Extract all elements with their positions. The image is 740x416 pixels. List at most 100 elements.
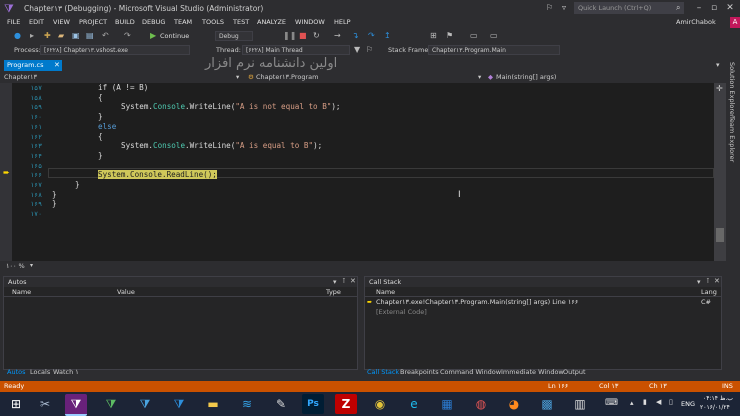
configuration-select[interactable]: Debug	[215, 31, 253, 41]
menu-project[interactable]: PROJECT	[79, 18, 107, 26]
windows-start-icon[interactable]: ⊞	[5, 394, 27, 414]
quick-launch-input[interactable]: Quick Launch (Ctrl+Q)	[574, 2, 684, 14]
solution-explorer-tab[interactable]: Solution Explorer	[728, 62, 736, 118]
clock-time[interactable]: ب.ظ ۰۴:۱۴	[703, 395, 733, 402]
close-button[interactable]: ✕	[723, 2, 737, 14]
tab-command-window[interactable]: Command Window	[440, 367, 501, 378]
user-name[interactable]: AmirChabok	[676, 18, 716, 26]
table-row[interactable]: ➨ Chapter۱۳.exe!Chapter۱۳.Program.Main(s…	[365, 297, 721, 307]
feedback-icon[interactable]: ▿	[562, 3, 566, 12]
step-over-icon[interactable]: ↷	[368, 29, 375, 42]
continue-icon[interactable]: ▶	[150, 29, 156, 42]
pin-icon[interactable]: ⊺	[706, 277, 710, 285]
task-manager-icon[interactable]: ▩	[536, 394, 558, 414]
menu-test[interactable]: TEST	[233, 18, 249, 26]
filezilla-icon[interactable]: Z	[335, 394, 357, 414]
scroll-thumb[interactable]	[716, 228, 724, 242]
outlook-icon[interactable]: ▦	[436, 394, 458, 414]
col-value[interactable]: Value	[117, 288, 135, 296]
filter-icon[interactable]: ▼	[354, 43, 360, 56]
menu-debug[interactable]: DEBUG	[142, 18, 165, 26]
panel-dropdown-icon[interactable]: ▾	[333, 278, 337, 286]
network-icon[interactable]: ▮	[643, 398, 647, 406]
tab-output[interactable]: Output	[563, 367, 586, 378]
redo-icon[interactable]: ↷	[124, 29, 131, 42]
calculator-icon[interactable]: ▥	[569, 394, 591, 414]
col-type[interactable]: Type	[326, 288, 341, 296]
tab-watch-1[interactable]: Watch ۱	[53, 367, 79, 378]
clock-date[interactable]: ۲۰۱۶/۰۱/۲۴	[700, 404, 730, 411]
file-explorer-icon[interactable]: ▬	[202, 394, 224, 414]
menu-edit[interactable]: EDIT	[29, 18, 44, 26]
flag-threads-icon[interactable]: ⚐	[366, 43, 373, 56]
bookmark-icon[interactable]: ⚑	[446, 29, 453, 42]
comment-icon[interactable]: ▭	[470, 29, 478, 42]
undo-icon[interactable]: ↶	[102, 29, 109, 42]
visual-studio-2013-icon[interactable]: ⧩	[100, 394, 122, 414]
stack-frame-select[interactable]: Chapter۱۳.Program.Main	[428, 45, 560, 55]
uncomment-icon[interactable]: ▭	[490, 29, 498, 42]
menu-analyze[interactable]: ANALYZE	[257, 18, 286, 26]
menu-file[interactable]: FILE	[7, 18, 20, 26]
menu-window[interactable]: WINDOW	[295, 18, 325, 26]
back-icon[interactable]: ●	[14, 29, 21, 42]
menu-help[interactable]: HELP	[334, 18, 351, 26]
menu-team[interactable]: TEAM	[174, 18, 192, 26]
settings-tools-icon[interactable]: ✂	[34, 394, 56, 414]
tab-breakpoints[interactable]: Breakpoints	[400, 367, 439, 378]
tab-locals[interactable]: Locals	[30, 367, 50, 378]
tab-autos[interactable]: Autos	[7, 367, 25, 378]
col-name[interactable]: Name	[376, 288, 395, 296]
visual-studio-2010-icon[interactable]: ⧩	[134, 394, 156, 414]
nav-dropdown-icon[interactable]: ▾	[478, 73, 481, 82]
pin-icon[interactable]: ⊺	[342, 277, 346, 285]
menu-view[interactable]: VIEW	[53, 18, 70, 26]
internet-explorer-icon[interactable]: e	[403, 394, 425, 414]
open-folder-icon[interactable]: ▰	[58, 29, 64, 42]
forward-icon[interactable]: ▸	[30, 29, 34, 42]
visual-studio-code-icon[interactable]: ⧩	[168, 394, 190, 414]
visual-studio-2012-icon[interactable]: ⧩	[65, 394, 87, 416]
notification-flag-icon[interactable]: ⚐	[546, 3, 553, 12]
volume-icon[interactable]: ◀	[656, 398, 661, 406]
table-row[interactable]: [External Code]	[365, 307, 721, 317]
save-all-icon[interactable]: ▤	[86, 29, 94, 42]
tray-expand-icon[interactable]: ▴	[630, 399, 634, 407]
firefox-icon[interactable]: ◕	[503, 394, 525, 414]
search-icon[interactable]: ⌕	[676, 3, 680, 13]
photoshop-icon[interactable]: Ps	[302, 394, 324, 414]
restart-icon[interactable]: ↻	[313, 29, 320, 42]
nav-project-select[interactable]: Chapter۱۳	[4, 73, 37, 82]
menu-build[interactable]: BUILD	[115, 18, 135, 26]
thread-select[interactable]: [۶۲۲۸] Main Thread	[242, 45, 350, 55]
pause-icon[interactable]: ❚❚	[283, 29, 296, 42]
process-select[interactable]: [۶۲۲۸] Chapter۱۳.vshost.exe	[40, 45, 190, 55]
avatar[interactable]: A	[730, 17, 740, 28]
zoom-dropdown-icon[interactable]: ▾	[30, 262, 33, 269]
menu-tools[interactable]: TOOLS	[202, 18, 224, 26]
media-icon[interactable]: ◍	[470, 394, 492, 414]
close-panel-icon[interactable]: ✕	[350, 277, 356, 285]
panel-dropdown-icon[interactable]: ▾	[697, 278, 701, 286]
nav-class-select[interactable]: Chapter۱۳.Program	[256, 73, 318, 82]
tab-immediate-window[interactable]: Immediate Window	[501, 367, 564, 378]
close-panel-icon[interactable]: ✕	[714, 277, 720, 285]
new-project-icon[interactable]: ✚	[44, 29, 51, 42]
keyboard-icon[interactable]: ⌨	[605, 398, 618, 408]
tab-dropdown-icon[interactable]: ▾	[716, 61, 720, 69]
close-tab-icon[interactable]: ✕	[54, 61, 60, 69]
action-center-icon[interactable]: ▯	[669, 398, 673, 406]
team-explorer-tab[interactable]: Team Explorer	[728, 116, 736, 162]
toolbar-misc-icon[interactable]: ⊞	[430, 29, 437, 42]
nav-member-select[interactable]: Main(string[] args)	[496, 73, 556, 82]
step-into-icon[interactable]: ↴	[352, 29, 359, 42]
step-out-icon[interactable]: ↥	[384, 29, 391, 42]
maximize-button[interactable]: ▫	[707, 2, 721, 14]
azure-icon[interactable]: ≋	[236, 394, 258, 414]
continue-button[interactable]: Continue	[160, 32, 189, 40]
show-next-statement-icon[interactable]: →	[334, 29, 341, 42]
input-language[interactable]: ENG	[681, 400, 695, 408]
nav-dropdown-icon[interactable]: ▾	[236, 73, 239, 82]
save-icon[interactable]: ▣	[72, 29, 80, 42]
editor-horizontal-scrollbar[interactable]	[0, 261, 726, 272]
